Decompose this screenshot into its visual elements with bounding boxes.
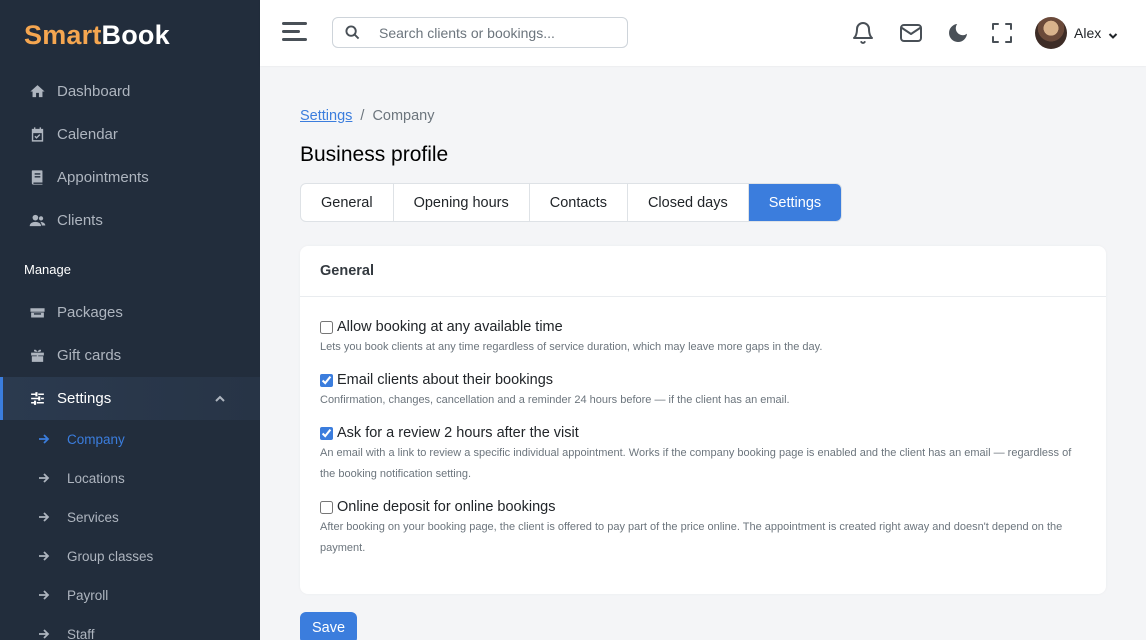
sidebar: Smart Book Dashboard Calendar Appointment… — [0, 0, 260, 640]
sidebar-item-label: Calendar — [57, 126, 118, 143]
users-icon — [28, 212, 46, 230]
card-body: Allow booking at any available time Lets… — [300, 297, 1106, 559]
sidebar-item-label: Dashboard — [57, 83, 131, 100]
option-email-clients: Email clients about their bookings Confi… — [320, 372, 1086, 411]
settings-card: General Allow booking at any available t… — [300, 246, 1106, 594]
user-name[interactable]: Alex — [1074, 25, 1101, 41]
chevron-down-icon[interactable] — [1108, 28, 1118, 39]
sub-item-label: Group classes — [67, 549, 154, 564]
sub-item-label: Company — [67, 432, 125, 447]
arrow-right-icon — [38, 550, 52, 564]
chevron-up-icon[interactable] — [214, 392, 226, 404]
tab-bar: General Opening hours Contacts Closed da… — [300, 183, 843, 222]
option-row[interactable]: Email clients about their bookings — [320, 372, 1086, 388]
sidebar-nav-manage: Packages Gift cards Settings — [0, 291, 260, 420]
package-icon — [28, 304, 46, 322]
sub-item-locations[interactable]: Locations — [0, 459, 260, 498]
search-input[interactable] — [379, 24, 609, 41]
online-deposit-checkbox[interactable] — [320, 500, 333, 514]
hamburger-menu-icon[interactable] — [282, 22, 307, 44]
sub-item-label: Locations — [67, 471, 125, 486]
tab-settings[interactable]: Settings — [748, 184, 842, 221]
page-title: Business profile — [300, 143, 449, 166]
arrow-right-icon — [38, 511, 52, 525]
sub-item-label: Payroll — [67, 588, 109, 603]
moon-icon[interactable] — [945, 20, 971, 46]
fullscreen-icon[interactable] — [989, 20, 1015, 46]
sub-item-label: Staff — [67, 627, 95, 640]
settings-submenu: Company Locations Services Group classes… — [0, 420, 260, 640]
option-any-time: Allow booking at any available time Lets… — [320, 319, 1086, 358]
avatar[interactable] — [1035, 17, 1067, 49]
option-description: After booking on your booking page, the … — [320, 521, 1063, 554]
brand-part-2: Book — [101, 19, 170, 50]
search-icon — [345, 24, 361, 41]
option-review: Ask for a review 2 hours after the visit… — [320, 425, 1086, 485]
gift-icon — [28, 347, 46, 365]
bell-icon[interactable] — [850, 20, 876, 46]
arrow-right-icon — [38, 433, 52, 447]
sidebar-item-dashboard[interactable]: Dashboard — [0, 70, 260, 113]
arrow-right-icon — [38, 628, 52, 640]
allow-any-time-checkbox[interactable] — [320, 320, 333, 334]
sidebar-item-calendar[interactable]: Calendar — [0, 113, 260, 156]
tab-opening-hours[interactable]: Opening hours — [394, 184, 530, 221]
sub-item-label: Services — [67, 510, 119, 525]
option-row[interactable]: Ask for a review 2 hours after the visit — [320, 425, 1086, 441]
sidebar-nav: Dashboard Calendar Appointments Clients — [0, 70, 260, 242]
option-row[interactable]: Allow booking at any available time — [320, 319, 1086, 335]
option-description: An email with a link to review a specifi… — [320, 447, 1072, 480]
save-button[interactable]: Save — [300, 612, 357, 640]
breadcrumb-link-settings[interactable]: Settings — [300, 108, 352, 124]
option-label: Email clients about their bookings — [337, 372, 554, 388]
sidebar-item-label: Gift cards — [57, 347, 122, 364]
sidebar-item-label: Appointments — [57, 169, 149, 186]
option-description: Confirmation, changes, cancellation and … — [320, 394, 790, 406]
search-box — [332, 17, 628, 48]
breadcrumb-current: Company — [372, 108, 435, 124]
sub-item-group-classes[interactable]: Group classes — [0, 537, 260, 576]
section-label-manage: Manage — [24, 262, 71, 277]
option-online-deposit: Online deposit for online bookings After… — [320, 499, 1086, 559]
email-clients-checkbox[interactable] — [320, 373, 333, 387]
mail-icon[interactable] — [898, 20, 924, 46]
tab-general[interactable]: General — [301, 184, 394, 221]
option-row[interactable]: Online deposit for online bookings — [320, 499, 1086, 515]
breadcrumb: Settings / Company — [300, 108, 435, 124]
sidebar-item-settings[interactable]: Settings — [0, 377, 260, 420]
sidebar-item-label: Packages — [57, 304, 123, 321]
sidebar-item-label: Settings — [57, 390, 112, 407]
brand-logo[interactable]: Smart Book — [0, 0, 260, 70]
option-label: Online deposit for online bookings — [337, 499, 556, 515]
sidebar-item-label: Clients — [57, 212, 103, 229]
arrow-right-icon — [38, 589, 52, 603]
ask-review-checkbox[interactable] — [320, 426, 333, 440]
option-label: Ask for a review 2 hours after the visit — [337, 425, 579, 441]
brand-part-1: Smart — [24, 19, 102, 50]
sidebar-item-appointments[interactable]: Appointments — [0, 156, 260, 199]
sidebar-item-packages[interactable]: Packages — [0, 291, 260, 334]
sub-item-company[interactable]: Company — [0, 420, 260, 459]
arrow-right-icon — [38, 472, 52, 486]
tab-closed-days[interactable]: Closed days — [628, 184, 749, 221]
book-icon — [28, 169, 46, 187]
sub-item-staff[interactable]: Staff — [0, 615, 260, 640]
home-icon — [28, 83, 46, 101]
calendar-icon — [28, 126, 46, 144]
sub-item-payroll[interactable]: Payroll — [0, 576, 260, 615]
topbar: Alex — [260, 0, 1146, 66]
tab-contacts[interactable]: Contacts — [530, 184, 628, 221]
sidebar-item-gift-cards[interactable]: Gift cards — [0, 334, 260, 377]
breadcrumb-separator: / — [360, 108, 365, 124]
option-label: Allow booking at any available time — [337, 319, 563, 335]
sidebar-item-clients[interactable]: Clients — [0, 199, 260, 242]
main-content: Settings / Company Business profile Gene… — [260, 66, 1146, 640]
sliders-icon — [28, 390, 46, 408]
sub-item-services[interactable]: Services — [0, 498, 260, 537]
card-title: General — [300, 246, 1106, 297]
option-description: Lets you book clients at any time regard… — [320, 341, 823, 353]
